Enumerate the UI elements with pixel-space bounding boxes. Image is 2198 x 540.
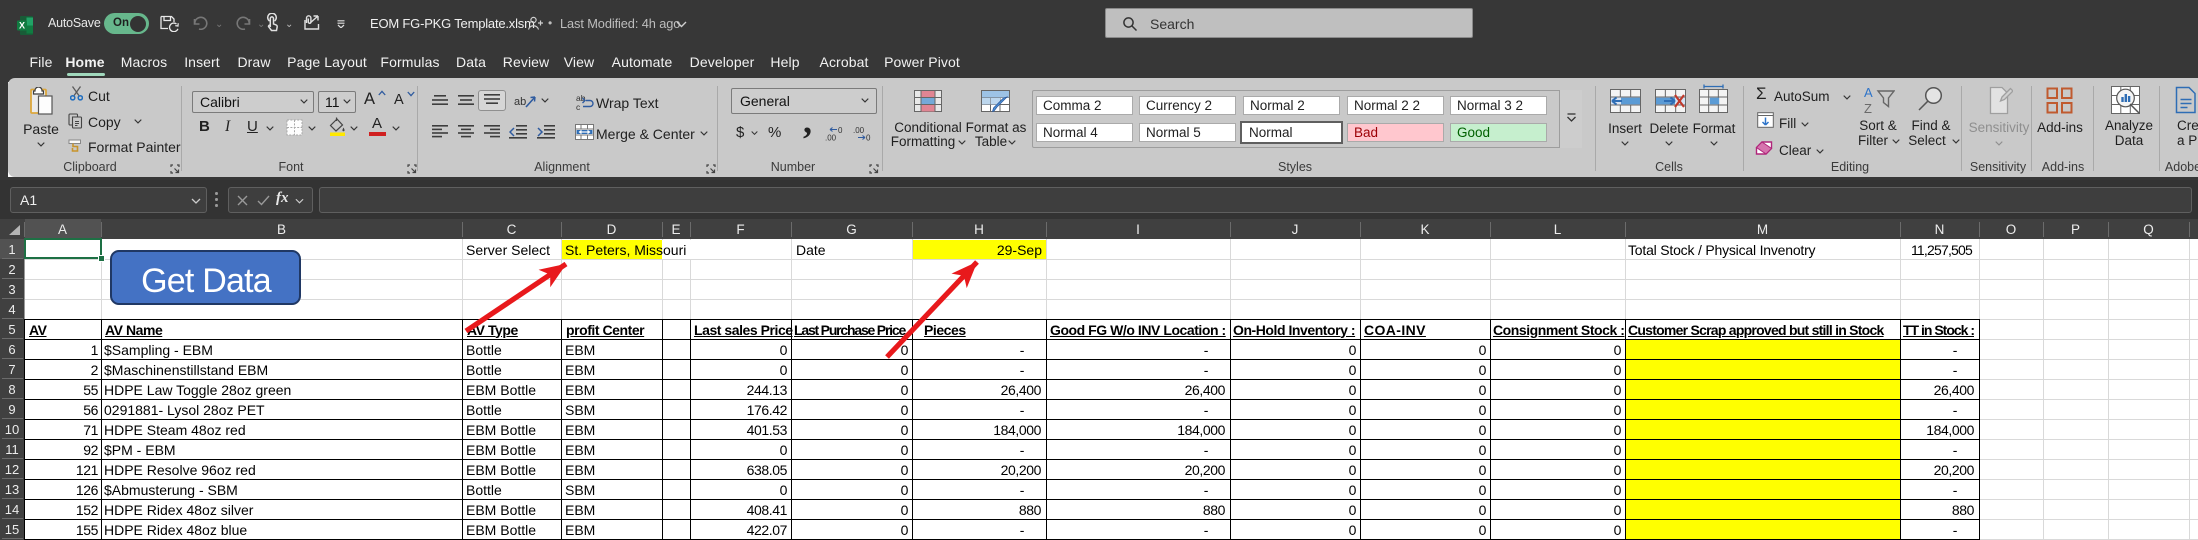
- svg-text:0: 0: [866, 134, 871, 142]
- svg-text:0: 0: [838, 126, 843, 135]
- svg-text:X: X: [19, 21, 25, 31]
- svg-text:.00: .00: [825, 134, 837, 142]
- svg-text:A: A: [1864, 85, 1873, 100]
- svg-text:ab: ab: [514, 96, 526, 108]
- svg-text:Z: Z: [1864, 101, 1872, 115]
- svg-text:c: c: [576, 102, 581, 111]
- svg-text:.00: .00: [853, 126, 865, 135]
